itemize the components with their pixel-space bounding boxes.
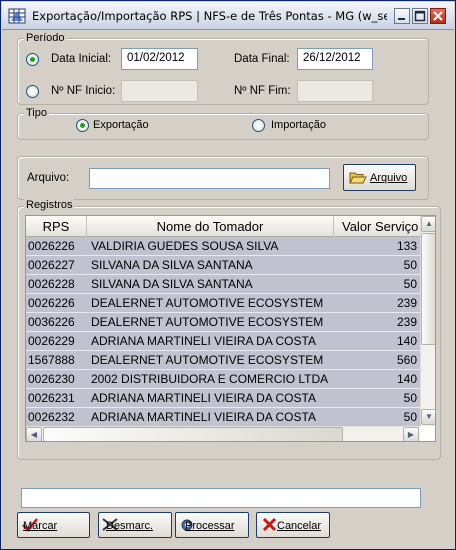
data-inicial-field[interactable]: 01/02/2012 — [121, 48, 198, 70]
cell-rps: 0026231 — [28, 391, 75, 405]
cell-rps: 0026227 — [28, 258, 75, 272]
cell-valor: 50 — [403, 258, 417, 272]
scroll-right-arrow-icon[interactable]: ▶ — [403, 427, 419, 441]
table-row[interactable]: 1567888 DEALERNET AUTOMOTIVE ECOSYSTEM 560 — [26, 351, 420, 370]
vertical-scrollbar[interactable]: ▲ ▼ — [420, 216, 435, 426]
column-header-valor[interactable]: Valor Serviço — [334, 216, 420, 237]
radio-data[interactable] — [26, 53, 39, 66]
folder-open-icon — [349, 172, 367, 184]
scroll-up-arrow-icon[interactable]: ▲ — [421, 216, 435, 232]
cell-rps: 0026226 — [28, 296, 75, 310]
cancelar-button[interactable]: Cancelar — [256, 512, 330, 538]
processar-button-label: Processar — [185, 520, 235, 532]
cell-nome: DEALERNET AUTOMOTIVE ECOSYSTEM — [91, 353, 324, 367]
scroll-left-arrow-icon[interactable]: ◀ — [26, 427, 42, 441]
cell-nome: ADRIANA MARTINELI VIEIRA DA COSTA — [91, 391, 316, 405]
data-inicial-label: Data Inicial: — [51, 53, 112, 65]
horizontal-scroll-thumb[interactable] — [43, 427, 343, 441]
cell-rps: 0036226 — [28, 315, 75, 329]
table-body: 0026226 VALDIRIA GUEDES SOUSA SILVA 133 00… — [26, 237, 420, 426]
cell-valor: 50 — [403, 277, 417, 291]
cell-valor: 140 — [396, 372, 417, 386]
table-row[interactable]: 0026226 VALDIRIA GUEDES SOUSA SILVA 133 — [26, 237, 420, 256]
desmarcar-button[interactable]: Desmarc. — [98, 512, 172, 538]
cell-valor: 140 — [396, 334, 417, 348]
cell-nome: SILVANA DA SILVA SANTANA — [91, 277, 253, 291]
table-header: RPS Nome do Tomador Valor Serviço — [26, 216, 420, 237]
cell-rps: 0026229 — [28, 334, 75, 348]
maximize-icon — [414, 10, 426, 22]
table-row[interactable]: 0026227 SILVANA DA SILVA SANTANA 50 — [26, 256, 420, 275]
tipo-label: Tipo — [24, 107, 49, 119]
window-title: Exportação/Importação RPS | NFS-e de Trê… — [32, 9, 387, 23]
nf-fim-label: Nº NF Fim: — [234, 85, 291, 97]
exportacao-label[interactable]: Exportação — [93, 119, 149, 131]
periodo-label: Período — [24, 32, 67, 44]
cell-valor: 50 — [403, 391, 417, 405]
nf-fim-field[interactable] — [297, 80, 373, 102]
data-final-label: Data Final: — [234, 53, 290, 65]
table-row[interactable]: 0026231 ADRIANA MARTINELI VIEIRA DA COSTA… — [26, 389, 420, 408]
main-window: Exportação/Importação RPS | NFS-e de Trê… — [0, 0, 456, 550]
table-row[interactable]: 0026229 ADRIANA MARTINELI VIEIRA DA COSTA… — [26, 332, 420, 351]
arquivo-field[interactable] — [89, 168, 330, 189]
cell-valor: 133 — [396, 239, 417, 253]
arquivo-label: Arquivo: — [27, 172, 70, 184]
cell-rps: 0026226 — [28, 239, 75, 253]
maximize-button[interactable] — [412, 8, 428, 24]
registros-table: RPS Nome do Tomador Valor Serviço 002622… — [25, 215, 436, 442]
cell-nome: VALDIRIA GUEDES SOUSA SILVA — [91, 239, 279, 253]
app-grid-icon — [8, 8, 26, 24]
status-field — [21, 488, 421, 508]
table-row[interactable]: 0026226 DEALERNET AUTOMOTIVE ECOSYSTEM 239 — [26, 294, 420, 313]
close-button[interactable] — [430, 8, 446, 24]
table-row[interactable]: 0026232 ADRIANA MARTINELI VIEIRA DA COSTA… — [26, 408, 420, 426]
marcar-button[interactable]: Marcar — [17, 512, 90, 538]
column-header-nome[interactable]: Nome do Tomador — [87, 216, 334, 237]
table-row[interactable]: 0026228 SILVANA DA SILVA SANTANA 50 — [26, 275, 420, 294]
nf-inicio-field[interactable] — [121, 80, 198, 102]
registros-label: Registros — [24, 199, 75, 211]
minimize-icon — [398, 18, 405, 20]
radio-nf[interactable] — [26, 85, 39, 98]
cell-nome: DEALERNET AUTOMOTIVE ECOSYSTEM — [91, 296, 324, 310]
marcar-button-label: Marcar — [23, 520, 58, 532]
column-header-rps[interactable]: RPS — [26, 216, 87, 237]
cancelar-button-label: Cancelar — [277, 520, 322, 532]
cell-valor: 239 — [396, 296, 417, 310]
arquivo-button-label: Arquivo — [370, 172, 408, 184]
cell-rps: 1567888 — [28, 353, 75, 367]
cell-rps: 0026228 — [28, 277, 75, 291]
cell-nome: ADRIANA MARTINELI VIEIRA DA COSTA — [91, 334, 316, 348]
cell-nome: SILVANA DA SILVA SANTANA — [91, 258, 253, 272]
vertical-scroll-thumb[interactable] — [421, 233, 435, 345]
cell-valor: 50 — [403, 410, 417, 424]
cell-nome: ADRIANA MARTINELI VIEIRA DA COSTA — [91, 410, 316, 424]
radio-importacao[interactable] — [252, 119, 265, 132]
cell-rps: 0026230 — [28, 372, 75, 386]
cell-nome: 2002 DISTRIBUIDORA E COMERCIO LTDA — [91, 372, 329, 386]
importacao-label[interactable]: Importação — [271, 119, 326, 131]
table-row[interactable]: 0036226 DEALERNET AUTOMOTIVE ECOSYSTEM 239 — [26, 313, 420, 332]
horizontal-scrollbar[interactable]: ◀ ▶ — [26, 426, 420, 441]
arquivo-button[interactable]: Arquivo — [343, 164, 416, 191]
close-icon — [433, 11, 443, 21]
desmarcar-button-label: Desmarc. — [106, 520, 154, 532]
cell-valor: 239 — [396, 315, 417, 329]
nf-inicio-label: Nº NF Inicio: — [51, 85, 116, 97]
minimize-button[interactable] — [394, 8, 410, 24]
cell-valor: 560 — [396, 353, 417, 367]
title-bar[interactable]: Exportação/Importação RPS | NFS-e de Trê… — [2, 2, 454, 30]
data-final-field[interactable]: 26/12/2012 — [297, 48, 373, 70]
radio-exportacao[interactable] — [76, 119, 89, 132]
cell-rps: 0026232 — [28, 410, 75, 424]
cell-nome: DEALERNET AUTOMOTIVE ECOSYSTEM — [91, 315, 324, 329]
scroll-down-arrow-icon[interactable]: ▼ — [421, 409, 435, 425]
processar-button[interactable]: Processar — [175, 512, 249, 538]
table-row[interactable]: 0026230 2002 DISTRIBUIDORA E COMERCIO LTD… — [26, 370, 420, 389]
